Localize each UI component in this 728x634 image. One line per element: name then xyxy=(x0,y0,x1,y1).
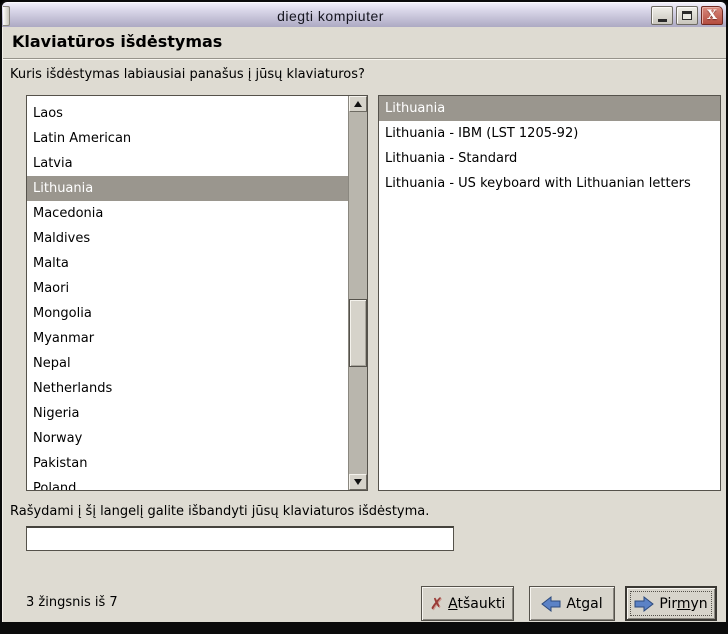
list-item-myanmar[interactable]: Myanmar xyxy=(27,326,348,351)
back-button-label: Atgal xyxy=(566,596,602,612)
list-item-laos[interactable]: Laos xyxy=(27,101,348,126)
list-item-norway[interactable]: Norway xyxy=(27,426,348,451)
list-item-poland-partial[interactable]: Poland xyxy=(27,476,348,490)
close-icon: X xyxy=(707,9,717,22)
cancel-button-label: Atšaukti xyxy=(448,596,505,612)
list-item-lithuania[interactable]: Lithuania xyxy=(379,96,720,121)
window-title: diegti kompiuter xyxy=(10,8,651,24)
forward-arrow-icon xyxy=(634,596,654,612)
scroll-up-button[interactable] xyxy=(349,96,367,112)
list-item-maldives[interactable]: Maldives xyxy=(27,226,348,251)
minimize-button[interactable] xyxy=(651,6,673,25)
maximize-button[interactable] xyxy=(676,6,698,25)
heading-separator xyxy=(3,58,726,60)
list-item-latvia[interactable]: Latvia xyxy=(27,151,348,176)
list-item-lithuania-us-keyboard-with-lithuanian-letters[interactable]: Lithuania - US keyboard with Lithuanian … xyxy=(379,171,720,196)
list-item-lithuania-ibm-lst-1205-92[interactable]: Lithuania - IBM (LST 1205-92) xyxy=(379,121,720,146)
question-label: Kuris išdėstymas labiausiai panašus į jū… xyxy=(10,67,365,82)
forward-button-label: Pirmyn xyxy=(659,596,707,612)
scroll-down-icon xyxy=(354,479,362,485)
installer-window: diegti kompiuter X Klaviatūros išdėstyma… xyxy=(0,0,728,634)
list-item-pakistan[interactable]: Pakistan xyxy=(27,451,348,476)
keyboard-test-label: Rašydami į šį langelį galite išbandyti j… xyxy=(10,504,429,519)
cancel-x-icon: ✗ xyxy=(430,596,443,612)
forward-button[interactable]: Pirmyn xyxy=(625,586,717,621)
maximize-icon xyxy=(682,11,692,20)
scroll-down-button[interactable] xyxy=(349,474,367,490)
list-item-latin-american[interactable]: Latin American xyxy=(27,126,348,151)
list-item-nepal[interactable]: Nepal xyxy=(27,351,348,376)
scroll-up-icon xyxy=(354,101,362,107)
page-title: Klaviatūros išdėstymas xyxy=(12,32,222,51)
keyboard-test-input[interactable] xyxy=(26,526,454,551)
client-area: Klaviatūros išdėstymas Kuris išdėstymas … xyxy=(2,27,726,622)
close-button[interactable]: X xyxy=(701,6,723,25)
window-menu-icon[interactable] xyxy=(3,6,10,26)
list-item-mongolia[interactable]: Mongolia xyxy=(27,301,348,326)
window-controls: X xyxy=(651,6,723,25)
list-item-lithuania[interactable]: Lithuania xyxy=(27,176,348,201)
titlebar[interactable]: diegti kompiuter X xyxy=(2,2,726,28)
back-button[interactable]: Atgal xyxy=(529,586,615,621)
list-item-malta[interactable]: Malta xyxy=(27,251,348,276)
variant-list: LithuaniaLithuania - IBM (LST 1205-92)Li… xyxy=(378,95,721,491)
list-item-netherlands[interactable]: Netherlands xyxy=(27,376,348,401)
scrollbar-trough[interactable] xyxy=(349,112,367,474)
country-list-rows: Kyrgyzstan LaosLatin AmericanLatviaLithu… xyxy=(27,96,348,490)
back-arrow-icon xyxy=(541,596,561,612)
country-list-scrollbar[interactable] xyxy=(348,96,367,490)
list-item-lithuania-standard[interactable]: Lithuania - Standard xyxy=(379,146,720,171)
list-item-maori[interactable]: Maori xyxy=(27,276,348,301)
minimize-icon xyxy=(658,19,667,22)
list-item-macedonia[interactable]: Macedonia xyxy=(27,201,348,226)
scrollbar-thumb[interactable] xyxy=(349,299,367,367)
cancel-button[interactable]: ✗ Atšaukti xyxy=(421,586,514,621)
step-status: 3 žingsnis iš 7 xyxy=(26,595,118,610)
list-item-nigeria[interactable]: Nigeria xyxy=(27,401,348,426)
variant-list-rows: LithuaniaLithuania - IBM (LST 1205-92)Li… xyxy=(379,96,720,196)
country-list: Kyrgyzstan LaosLatin AmericanLatviaLithu… xyxy=(26,95,368,491)
